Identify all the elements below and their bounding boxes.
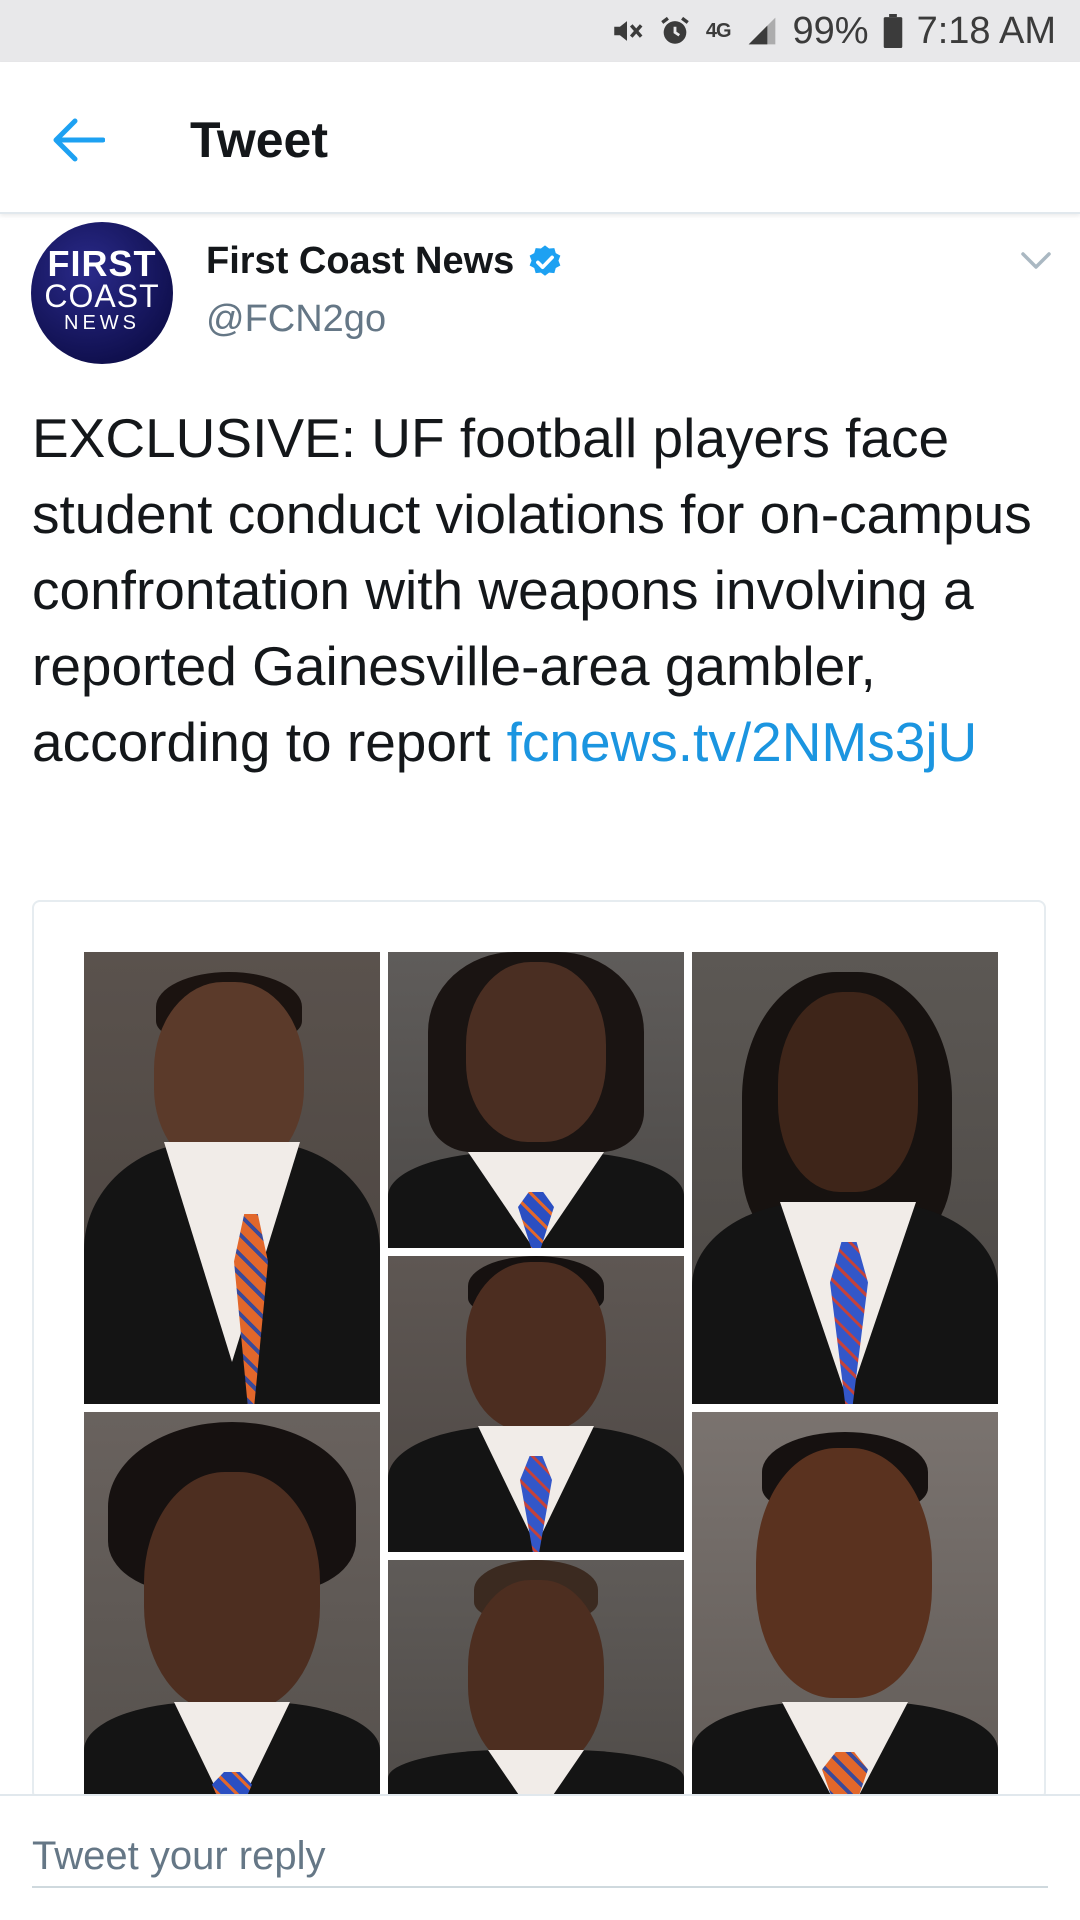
author-handle[interactable]: @FCN2go bbox=[206, 298, 386, 341]
avatar-line-2: COAST bbox=[44, 278, 160, 314]
reply-input[interactable] bbox=[32, 1826, 1048, 1888]
back-arrow-icon bbox=[53, 118, 105, 162]
avatar-line-3: NEWS bbox=[64, 312, 140, 334]
verified-badge-icon bbox=[526, 243, 564, 281]
battery-icon bbox=[883, 14, 903, 48]
author-name-row[interactable]: First Coast News bbox=[206, 240, 564, 283]
player-photo-3[interactable] bbox=[692, 952, 998, 1404]
tweet-options-button[interactable] bbox=[1014, 246, 1058, 276]
reply-bar bbox=[0, 1794, 1080, 1920]
status-bar: 4G 99% 7:18 AM bbox=[0, 0, 1080, 62]
author-name: First Coast News bbox=[206, 240, 515, 282]
player-photo-1[interactable] bbox=[84, 952, 380, 1404]
player-photo-2[interactable] bbox=[388, 952, 684, 1248]
player-photo-5[interactable] bbox=[388, 1256, 684, 1552]
avatar-line-1: FIRST bbox=[47, 243, 157, 284]
battery-percent: 99% bbox=[792, 9, 869, 52]
tweet-link[interactable]: fcnews.tv/2NMs3jU bbox=[507, 711, 978, 773]
app-header: Tweet bbox=[0, 62, 1080, 214]
chevron-down-icon bbox=[1021, 252, 1051, 269]
network-type: 4G bbox=[705, 20, 732, 42]
player-photo-4[interactable] bbox=[84, 1412, 380, 1798]
clock: 7:18 AM bbox=[916, 9, 1056, 52]
player-photo-7[interactable] bbox=[692, 1412, 998, 1798]
mute-icon bbox=[610, 14, 644, 48]
player-photo-6[interactable] bbox=[388, 1560, 684, 1798]
media-card[interactable] bbox=[32, 900, 1046, 1800]
avatar[interactable]: FIRST COAST NEWS bbox=[31, 222, 173, 364]
back-button[interactable] bbox=[46, 108, 110, 172]
page-title: Tweet bbox=[190, 112, 328, 168]
alarm-icon bbox=[658, 14, 692, 48]
tweet-text: EXCLUSIVE: UF football players face stud… bbox=[32, 400, 1062, 780]
signal-icon bbox=[745, 15, 779, 47]
